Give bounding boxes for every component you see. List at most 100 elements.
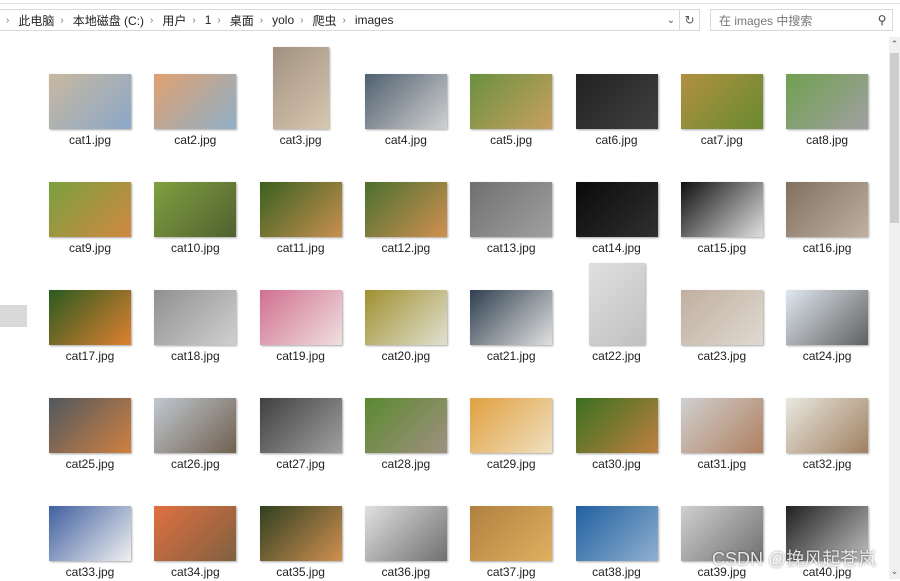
- chevron-right-icon[interactable]: ›: [150, 15, 153, 26]
- chevron-right-icon[interactable]: ›: [300, 15, 303, 26]
- image-thumbnail[interactable]: [588, 263, 645, 345]
- file-item[interactable]: cat23.jpg: [672, 259, 772, 365]
- file-item[interactable]: cat37.jpg: [461, 475, 561, 581]
- image-thumbnail[interactable]: [364, 290, 447, 345]
- file-item[interactable]: cat15.jpg: [672, 151, 772, 257]
- chevron-down-icon[interactable]: ⌄: [663, 15, 679, 26]
- file-item[interactable]: cat20.jpg: [356, 259, 456, 365]
- file-item[interactable]: cat24.jpg: [777, 259, 877, 365]
- chevron-right-icon[interactable]: ›: [343, 15, 346, 26]
- image-thumbnail[interactable]: [259, 182, 342, 237]
- file-item[interactable]: cat7.jpg: [672, 43, 772, 149]
- image-thumbnail[interactable]: [49, 74, 131, 129]
- file-item[interactable]: cat2.jpg: [145, 43, 245, 149]
- image-thumbnail[interactable]: [49, 182, 131, 237]
- file-item[interactable]: cat33.jpg: [40, 475, 140, 581]
- file-item[interactable]: cat6.jpg: [567, 43, 667, 149]
- file-item[interactable]: cat28.jpg: [356, 367, 456, 473]
- chevron-right-icon[interactable]: ›: [60, 15, 63, 26]
- file-item[interactable]: cat8.jpg: [777, 43, 877, 149]
- scroll-up-icon[interactable]: ⌃: [889, 39, 900, 50]
- file-item[interactable]: cat5.jpg: [461, 43, 561, 149]
- file-item[interactable]: cat32.jpg: [777, 367, 877, 473]
- file-item[interactable]: cat34.jpg: [145, 475, 245, 581]
- file-item[interactable]: cat4.jpg: [356, 43, 456, 149]
- search-input[interactable]: 在 images 中搜索 ⚲: [710, 9, 893, 31]
- breadcrumb-item[interactable]: 爬虫: [312, 12, 336, 29]
- file-item[interactable]: cat30.jpg: [567, 367, 667, 473]
- breadcrumb-item[interactable]: images: [355, 13, 394, 27]
- file-item[interactable]: cat27.jpg: [251, 367, 351, 473]
- file-item[interactable]: cat12.jpg: [356, 151, 456, 257]
- image-thumbnail[interactable]: [786, 398, 869, 453]
- file-item[interactable]: cat14.jpg: [567, 151, 667, 257]
- image-thumbnail[interactable]: [272, 47, 329, 129]
- file-item[interactable]: cat16.jpg: [777, 151, 877, 257]
- scrollbar-thumb[interactable]: [890, 53, 899, 223]
- image-thumbnail[interactable]: [364, 182, 447, 237]
- vertical-scrollbar[interactable]: ⌃ ⌄: [889, 37, 900, 579]
- image-thumbnail[interactable]: [154, 398, 237, 453]
- file-item[interactable]: cat17.jpg: [40, 259, 140, 365]
- breadcrumb-item[interactable]: 此电脑: [18, 12, 54, 29]
- image-thumbnail[interactable]: [470, 182, 553, 237]
- file-item[interactable]: cat13.jpg: [461, 151, 561, 257]
- image-thumbnail[interactable]: [49, 290, 131, 345]
- address-bar[interactable]: › 此电脑 › 本地磁盘 (C:) › 用户 › 1 › 桌面 › yolo › 爬虫 › images ⌄ …: [0, 9, 700, 31]
- image-thumbnail[interactable]: [575, 398, 658, 453]
- file-item[interactable]: cat36.jpg: [356, 475, 456, 581]
- search-icon[interactable]: ⚲: [872, 13, 892, 27]
- image-thumbnail[interactable]: [364, 74, 447, 129]
- image-thumbnail[interactable]: [470, 506, 553, 561]
- file-item[interactable]: cat26.jpg: [145, 367, 245, 473]
- scroll-down-icon[interactable]: ⌄: [889, 566, 900, 577]
- file-item[interactable]: cat3.jpg: [251, 43, 351, 149]
- chevron-right-icon[interactable]: ›: [260, 15, 263, 26]
- image-thumbnail[interactable]: [575, 182, 658, 237]
- file-item[interactable]: cat18.jpg: [145, 259, 245, 365]
- image-thumbnail[interactable]: [680, 398, 763, 453]
- chevron-right-icon[interactable]: ›: [217, 15, 220, 26]
- image-thumbnail[interactable]: [680, 290, 763, 345]
- breadcrumb-item[interactable]: 桌面: [230, 12, 254, 29]
- image-thumbnail[interactable]: [575, 74, 658, 129]
- breadcrumb-item[interactable]: yolo: [272, 13, 294, 27]
- nav-pane-selected-item[interactable]: [0, 305, 27, 327]
- file-item[interactable]: cat29.jpg: [461, 367, 561, 473]
- image-thumbnail[interactable]: [154, 290, 237, 345]
- file-item[interactable]: cat10.jpg: [145, 151, 245, 257]
- image-thumbnail[interactable]: [470, 74, 553, 129]
- file-item[interactable]: cat35.jpg: [251, 475, 351, 581]
- image-thumbnail[interactable]: [680, 182, 763, 237]
- image-thumbnail[interactable]: [259, 290, 342, 345]
- file-item[interactable]: cat31.jpg: [672, 367, 772, 473]
- breadcrumb-item[interactable]: 用户: [162, 12, 186, 29]
- image-thumbnail[interactable]: [575, 506, 658, 561]
- file-item[interactable]: cat21.jpg: [461, 259, 561, 365]
- breadcrumb-item[interactable]: 1: [205, 13, 212, 27]
- image-thumbnail[interactable]: [364, 398, 447, 453]
- image-thumbnail[interactable]: [154, 506, 237, 561]
- image-thumbnail[interactable]: [786, 290, 869, 345]
- image-thumbnail[interactable]: [680, 74, 763, 129]
- image-thumbnail[interactable]: [470, 398, 553, 453]
- chevron-right-icon[interactable]: ›: [6, 15, 9, 26]
- file-item[interactable]: cat1.jpg: [40, 43, 140, 149]
- image-thumbnail[interactable]: [154, 74, 237, 129]
- file-item[interactable]: cat9.jpg: [40, 151, 140, 257]
- image-thumbnail[interactable]: [470, 290, 553, 345]
- file-item[interactable]: cat22.jpg: [567, 259, 667, 365]
- image-thumbnail[interactable]: [786, 182, 869, 237]
- image-thumbnail[interactable]: [259, 506, 342, 561]
- image-thumbnail[interactable]: [786, 74, 869, 129]
- file-item[interactable]: cat25.jpg: [40, 367, 140, 473]
- image-thumbnail[interactable]: [154, 182, 237, 237]
- image-thumbnail[interactable]: [49, 506, 131, 561]
- image-thumbnail[interactable]: [49, 398, 131, 453]
- file-item[interactable]: cat38.jpg: [567, 475, 667, 581]
- breadcrumb-item[interactable]: 本地磁盘 (C:): [73, 12, 144, 29]
- image-thumbnail[interactable]: [364, 506, 447, 561]
- file-item[interactable]: cat19.jpg: [251, 259, 351, 365]
- image-thumbnail[interactable]: [259, 398, 342, 453]
- chevron-right-icon[interactable]: ›: [192, 15, 195, 26]
